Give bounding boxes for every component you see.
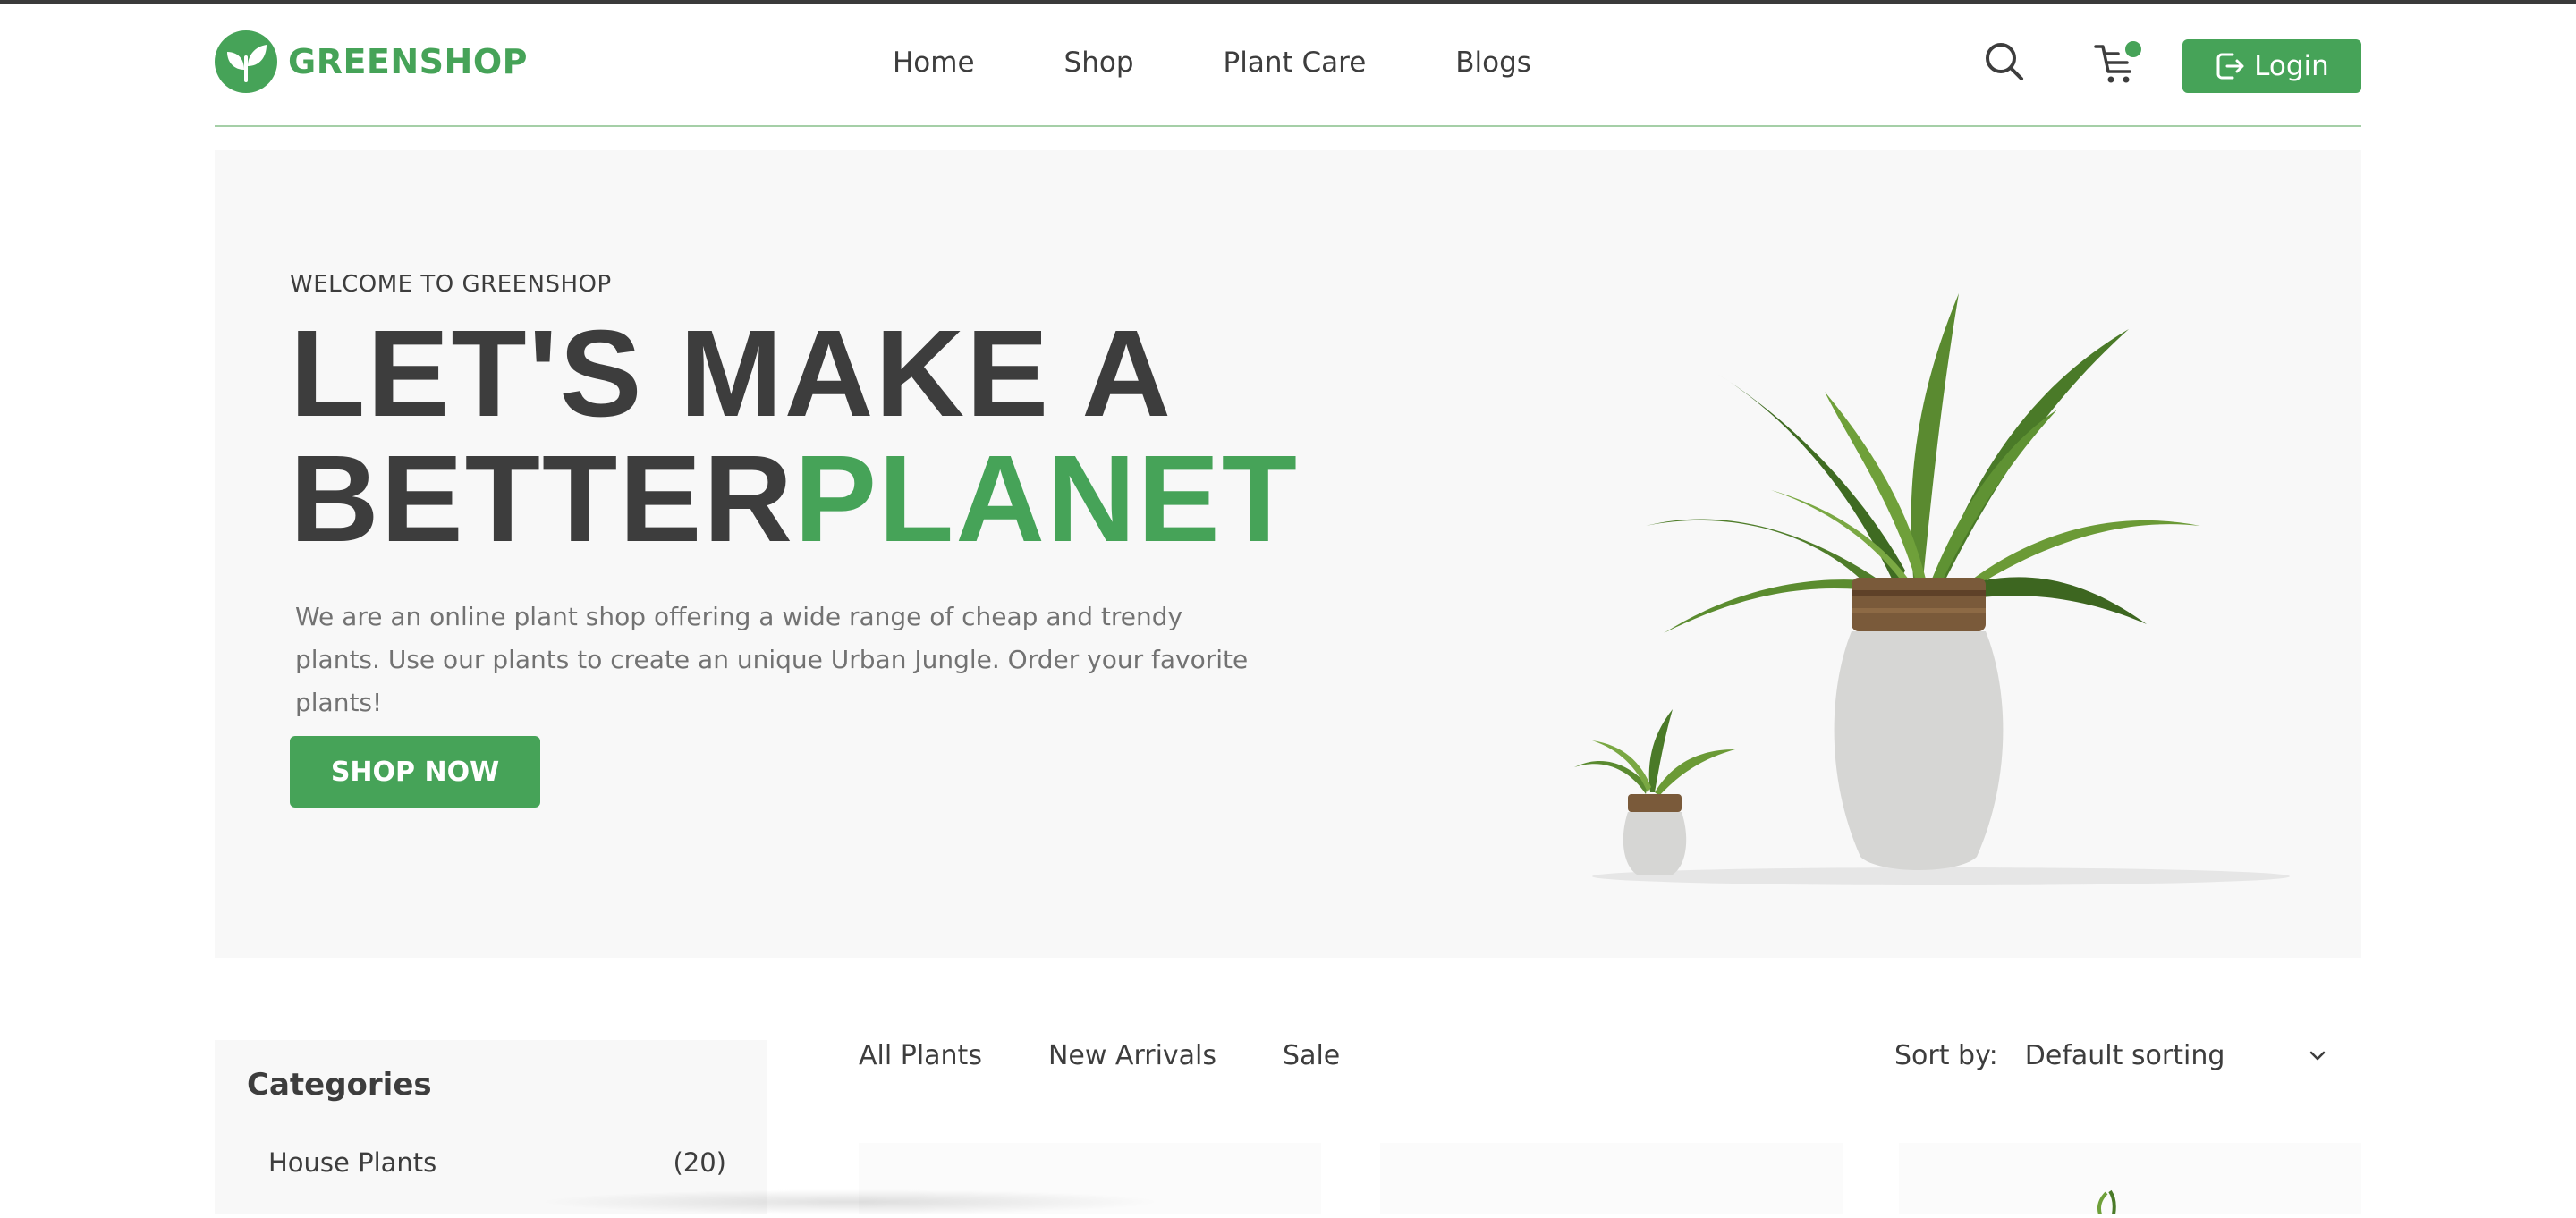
shop-now-button[interactable]: SHOP NOW [290, 736, 540, 808]
large-pot [1834, 578, 2004, 870]
nav-item-home[interactable]: Home [893, 47, 975, 79]
brand-name: GREENSHOP [288, 42, 528, 81]
cart-icon[interactable] [2093, 39, 2143, 88]
hero-description: We are an online plant shop offering a w… [295, 602, 1249, 717]
sort-select[interactable]: Default sorting [2025, 1040, 2327, 1071]
categories-panel: Categories House Plants (20) [215, 1040, 767, 1214]
main-nav: Home Shop Plant Care Blogs [893, 47, 1531, 79]
tab-new-arrivals[interactable]: New Arrivals [1048, 1040, 1216, 1071]
small-plant [1574, 709, 1735, 875]
sort-value: Default sorting [2024, 1040, 2225, 1071]
product-plant-thumbnail [2097, 1189, 2116, 1215]
tab-all-plants[interactable]: All Plants [859, 1040, 982, 1071]
sort-control: Sort by: Default sorting [1894, 1040, 2326, 1071]
hero-headline: LET'S MAKE A BETTERPLANET [290, 311, 1299, 562]
headline-line-2: BETTERPLANET [290, 436, 1299, 562]
category-name: House Plants [268, 1147, 437, 1178]
nav-item-blogs[interactable]: Blogs [1455, 47, 1531, 79]
leaf-icon [215, 30, 277, 93]
search-icon[interactable] [1982, 39, 2027, 84]
chevron-down-icon [2310, 1051, 2326, 1060]
category-count: (20) [673, 1147, 726, 1178]
site-header: GREENSHOP Home Shop Plant Care Blogs Log… [215, 4, 2361, 127]
hero-eyebrow: WELCOME TO GREENSHOP [290, 271, 612, 298]
login-button[interactable]: Login [2182, 39, 2361, 93]
headline-line-1: LET'S MAKE A [290, 305, 1174, 443]
login-label: Login [2254, 50, 2329, 82]
nav-item-shop[interactable]: Shop [1064, 47, 1134, 79]
tab-sale[interactable]: Sale [1283, 1040, 1340, 1071]
hero-plant-image [1574, 293, 2290, 885]
floating-shadow [537, 1189, 1163, 1214]
category-item-house-plants[interactable]: House Plants (20) [268, 1147, 726, 1178]
logout-icon [2216, 53, 2244, 80]
categories-title: Categories [247, 1067, 432, 1103]
headline-dark-word: BETTER [290, 430, 794, 568]
sort-label: Sort by: [1894, 1040, 1998, 1071]
product-card[interactable] [1380, 1143, 1843, 1214]
logo[interactable]: GREENSHOP [215, 30, 528, 93]
product-card[interactable] [1899, 1143, 2361, 1215]
headline-green-word: PLANET [794, 430, 1299, 568]
hero-banner: WELCOME TO GREENSHOP LET'S MAKE A BETTER… [215, 150, 2361, 958]
filter-tabs: All Plants New Arrivals Sale [859, 1040, 1406, 1071]
nav-item-plant-care[interactable]: Plant Care [1224, 47, 1367, 79]
